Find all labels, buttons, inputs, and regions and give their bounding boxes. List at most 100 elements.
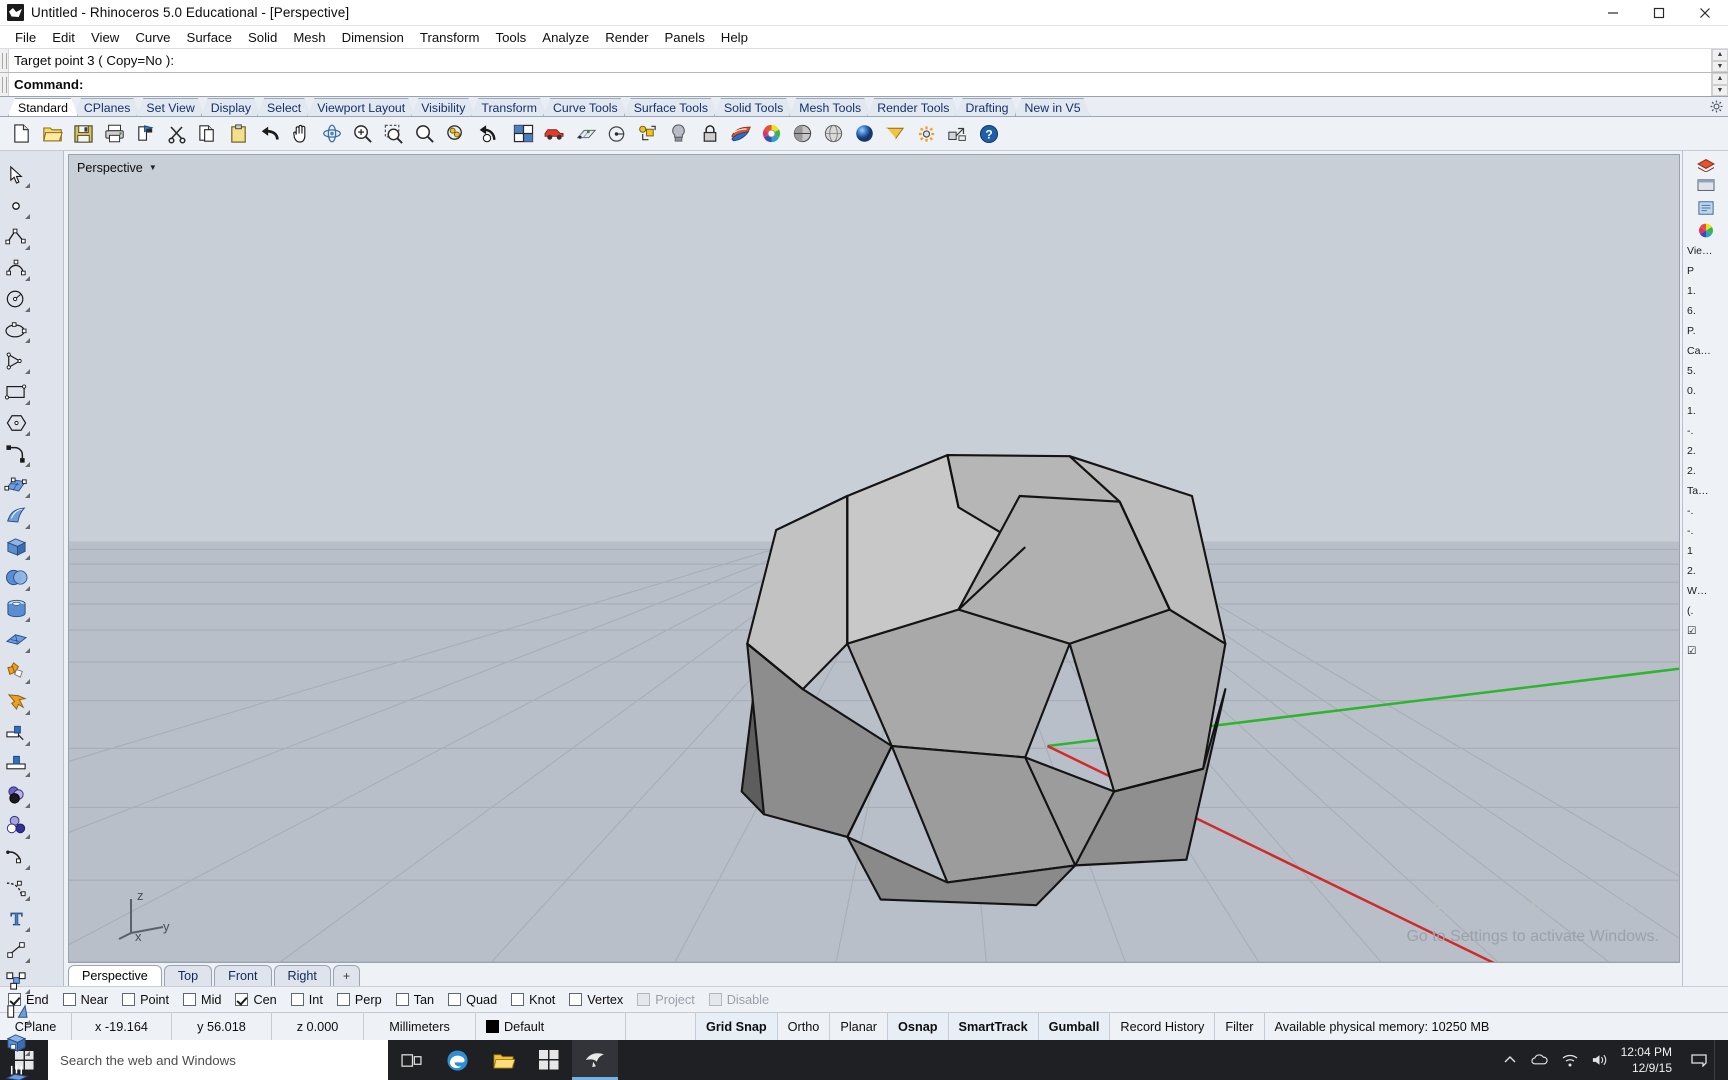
status-toggle-osnap[interactable]: Osnap: [888, 1013, 948, 1040]
menu-item-mesh[interactable]: Mesh: [285, 28, 333, 47]
copy-icon[interactable]: [192, 119, 223, 149]
toolbar-tab-cplanes[interactable]: CPlanes: [74, 98, 140, 116]
menu-item-panels[interactable]: Panels: [656, 28, 712, 47]
viewport-tab-right[interactable]: Right: [274, 965, 331, 986]
menu-item-curve[interactable]: Curve: [127, 28, 178, 47]
osnap-knot-checkbox[interactable]: [511, 993, 524, 1006]
dimension-leader-icon[interactable]: [0, 934, 32, 965]
scroll-up-icon[interactable]: ▲: [1712, 49, 1728, 61]
right-panel-row-12[interactable]: Ta…: [1683, 481, 1728, 501]
osnap-cen[interactable]: Cen: [235, 993, 276, 1007]
options-gear-icon[interactable]: [911, 119, 942, 149]
prompt-scroll-up-icon[interactable]: ▲: [1712, 73, 1728, 85]
status-toggle-smarttrack[interactable]: SmartTrack: [949, 1013, 1039, 1040]
notes-panel-icon[interactable]: [1692, 197, 1720, 219]
viewport-tab-perspective[interactable]: Perspective: [68, 965, 162, 986]
toolbar-tab-drafting[interactable]: Drafting: [955, 98, 1018, 116]
osnap-knot[interactable]: Knot: [511, 993, 555, 1007]
status-toggle-gumball[interactable]: Gumball: [1039, 1013, 1111, 1040]
osnap-disable[interactable]: Disable: [709, 993, 769, 1007]
copy-objects-icon[interactable]: [0, 965, 32, 996]
light-bulb-icon[interactable]: [663, 119, 694, 149]
cylinder-icon[interactable]: [0, 593, 32, 624]
osnap-vertex[interactable]: Vertex: [569, 993, 623, 1007]
toolbar-tab-solid-tools[interactable]: Solid Tools: [714, 98, 793, 116]
properties-icon[interactable]: [942, 119, 973, 149]
toolbar-tab-viewport-layout[interactable]: Viewport Layout: [307, 98, 415, 116]
network-icon[interactable]: [1555, 1054, 1585, 1067]
display-panel-icon[interactable]: [1692, 175, 1720, 197]
status-toggle-ortho[interactable]: Ortho: [778, 1013, 831, 1040]
paste-icon[interactable]: [223, 119, 254, 149]
undo-view-icon[interactable]: [471, 119, 502, 149]
viewport-tab-top[interactable]: Top: [164, 965, 212, 986]
viewport-title[interactable]: Perspective ▼: [75, 159, 159, 176]
surface-fold-icon[interactable]: [0, 624, 32, 655]
status-toggle-planar[interactable]: Planar: [830, 1013, 888, 1040]
ellipse-icon[interactable]: [0, 314, 32, 345]
color-wheel-icon[interactable]: [756, 119, 787, 149]
osnap-end-checkbox[interactable]: [8, 993, 21, 1006]
explode-icon[interactable]: [0, 686, 32, 717]
toolbar-tab-visibility[interactable]: Visibility: [411, 98, 475, 116]
point-icon[interactable]: [0, 190, 32, 221]
osnap-int-checkbox[interactable]: [291, 993, 304, 1006]
rhino-taskbar-icon[interactable]: [572, 1040, 618, 1080]
task-view-icon[interactable]: [388, 1040, 434, 1080]
right-panel-row-14[interactable]: -.: [1683, 521, 1728, 541]
layer-objects-icon[interactable]: [632, 119, 663, 149]
close-button[interactable]: [1682, 0, 1728, 26]
menu-item-analyze[interactable]: Analyze: [534, 28, 597, 47]
osnap-mid-checkbox[interactable]: [183, 993, 196, 1006]
object-snap-icon[interactable]: [601, 119, 632, 149]
split-icon[interactable]: [0, 748, 32, 779]
command-prompt-grip[interactable]: [0, 73, 9, 96]
open-file-icon[interactable]: [37, 119, 68, 149]
rotate-view-icon[interactable]: [316, 119, 347, 149]
extrude-solid-icon[interactable]: [0, 1027, 32, 1058]
toolbar-tab-curve-tools[interactable]: Curve Tools: [543, 98, 628, 116]
chevron-down-icon[interactable]: ▼: [149, 163, 157, 172]
layer-color-swatch[interactable]: [486, 1020, 499, 1033]
text-icon[interactable]: T: [0, 903, 32, 934]
right-panel-row-18[interactable]: (.: [1683, 601, 1728, 621]
print-icon[interactable]: [99, 119, 130, 149]
trim-icon[interactable]: [0, 717, 32, 748]
store-icon[interactable]: [526, 1040, 572, 1080]
cut-paste-icon[interactable]: [130, 119, 161, 149]
osnap-vertex-checkbox[interactable]: [569, 993, 582, 1006]
status-toggle-record-history[interactable]: Record History: [1110, 1013, 1215, 1040]
toolbar-tab-new-in-v5[interactable]: New in V5: [1015, 98, 1091, 116]
status-units[interactable]: Millimeters: [364, 1013, 476, 1040]
right-panel-row-5[interactable]: Ca…: [1683, 341, 1728, 361]
taskbar-clock[interactable]: 12:04 PM 12/9/15: [1615, 1044, 1684, 1076]
four-viewport-icon[interactable]: [508, 119, 539, 149]
toolbar-tab-set-view[interactable]: Set View: [136, 98, 204, 116]
prompt-scroll-down-icon[interactable]: ▼: [1712, 85, 1728, 97]
onedrive-icon[interactable]: [1525, 1054, 1555, 1066]
boolean-split-icon[interactable]: [0, 810, 32, 841]
menu-item-render[interactable]: Render: [597, 28, 656, 47]
command-prompt-row[interactable]: Command: ▲ ▼: [0, 73, 1728, 97]
menu-item-view[interactable]: View: [83, 28, 127, 47]
arc-icon[interactable]: [0, 345, 32, 376]
control-point-curve-icon[interactable]: [0, 252, 32, 283]
right-panel-row-8[interactable]: 1.: [1683, 401, 1728, 421]
right-panel-row-13[interactable]: -.: [1683, 501, 1728, 521]
rectangle-icon[interactable]: [0, 376, 32, 407]
fillet-curve-icon[interactable]: [0, 841, 32, 872]
osnap-tan[interactable]: Tan: [396, 993, 434, 1007]
rendered-view-icon[interactable]: [849, 119, 880, 149]
toolbar-tab-mesh-tools[interactable]: Mesh Tools: [789, 98, 871, 116]
new-file-icon[interactable]: [6, 119, 37, 149]
search-input[interactable]: Search the web and Windows: [48, 1040, 388, 1080]
layers-panel-icon[interactable]: [1692, 153, 1720, 175]
menu-item-solid[interactable]: Solid: [240, 28, 285, 47]
box-icon[interactable]: [0, 531, 32, 562]
scissors-icon[interactable]: [161, 119, 192, 149]
osnap-cen-checkbox[interactable]: [235, 993, 248, 1006]
polygon-icon[interactable]: [0, 407, 32, 438]
menu-item-surface[interactable]: Surface: [179, 28, 240, 47]
status-layer[interactable]: Default: [476, 1013, 626, 1040]
menu-item-help[interactable]: Help: [713, 28, 756, 47]
